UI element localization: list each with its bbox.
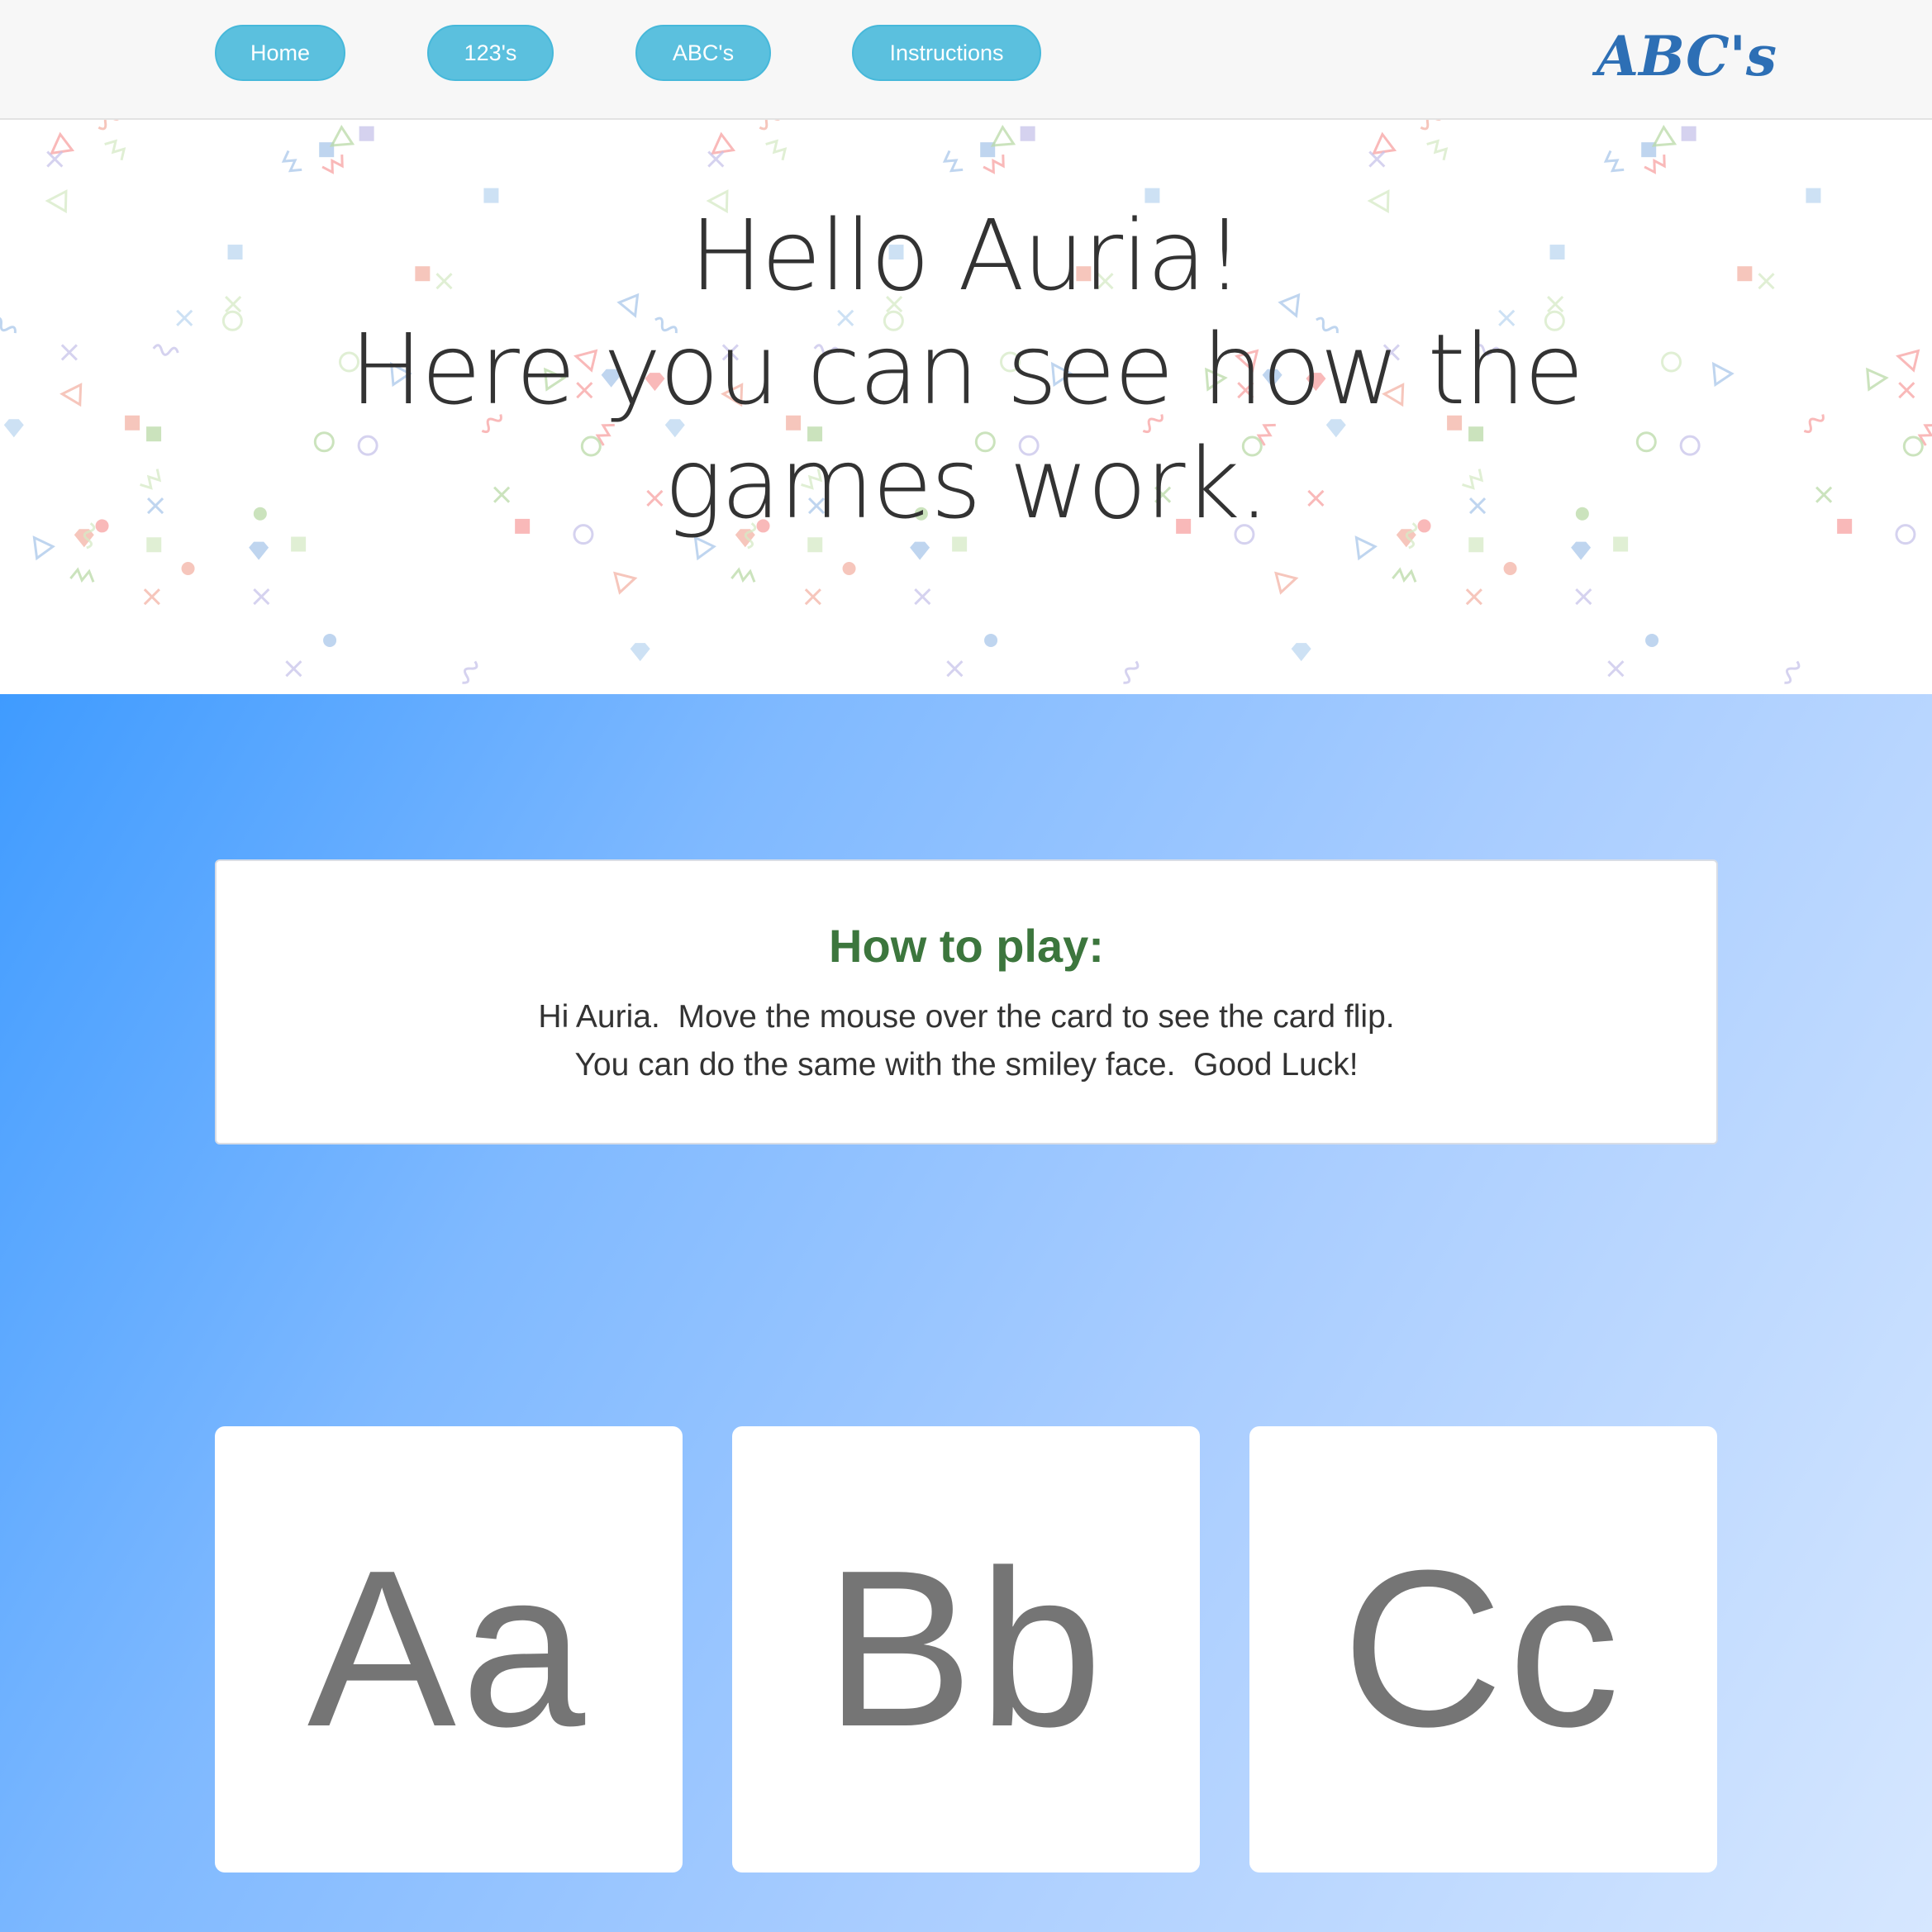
hero-heading: Hello Auria! Here you can see how the ga… (0, 198, 1932, 540)
games-section: How to play: Hi Auria. Move the mouse ov… (0, 694, 1932, 1932)
how-to-play-text: Hi Auria. Move the mouse over the card t… (217, 993, 1716, 1089)
flip-card-a[interactable]: Aa (215, 1426, 683, 1873)
hero-section: Hello Auria! Here you can see how the ga… (0, 120, 1932, 694)
how-to-play-panel: How to play: Hi Auria. Move the mouse ov… (215, 859, 1718, 1144)
nav-123s-button[interactable]: 123's (427, 25, 554, 81)
top-navbar: Home 123's ABC's Instructions ABC's (0, 0, 1932, 120)
hero-greeting: Hello Auria! (689, 198, 1244, 312)
card-letters-a: Aa (307, 1525, 591, 1773)
flip-card-b[interactable]: Bb (732, 1426, 1200, 1873)
nav-home-button[interactable]: Home (215, 25, 345, 81)
how-to-play-line-2: You can do the same with the smiley face… (574, 1047, 1359, 1083)
nav-instructions-button[interactable]: Instructions (852, 25, 1041, 81)
brand-logo[interactable]: ABC's (1595, 15, 1777, 98)
card-letters-c: Cc (1342, 1525, 1625, 1773)
card-letters-b: Bb (824, 1525, 1108, 1773)
hero-subtitle: Here you can see how the games work. (350, 312, 1584, 540)
flip-card-c[interactable]: Cc (1249, 1426, 1717, 1873)
nav-abcs-button[interactable]: ABC's (635, 25, 771, 81)
how-to-play-title: How to play: (829, 920, 1104, 972)
how-to-play-line-1: Hi Auria. Move the mouse over the card t… (538, 999, 1395, 1035)
